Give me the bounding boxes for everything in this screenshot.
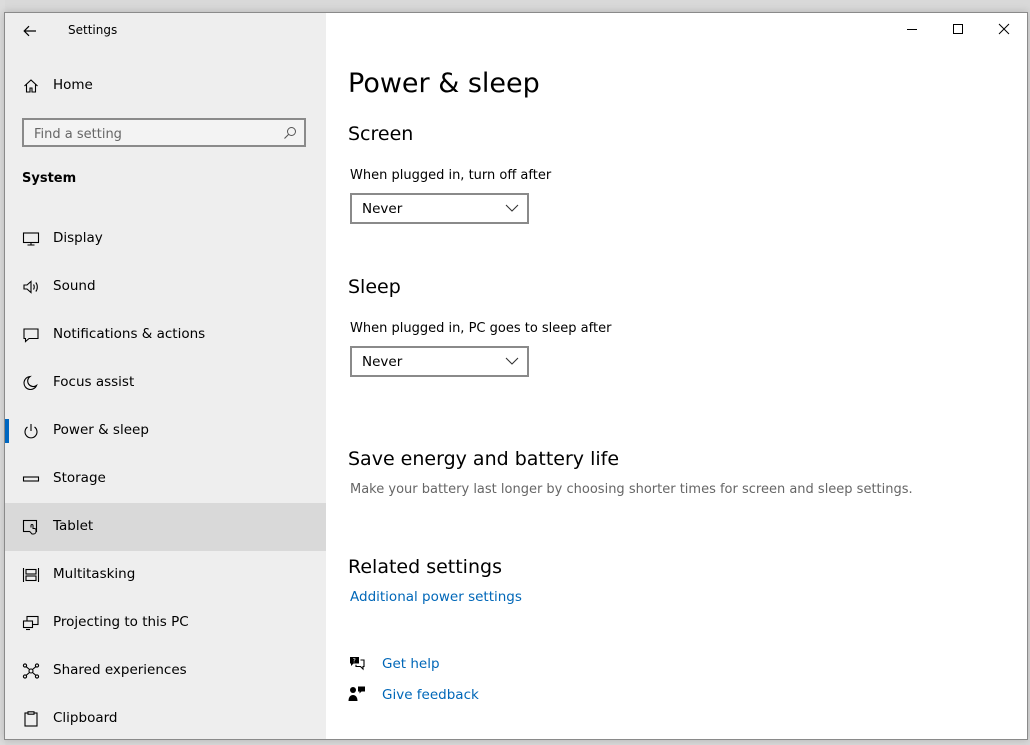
sidebar-item-label: Sound <box>53 278 96 294</box>
related-settings-heading: Related settings <box>348 556 502 578</box>
sidebar-item-shared-experiences[interactable]: Shared experiences <box>5 647 326 695</box>
search-input[interactable] <box>32 123 276 145</box>
home-label: Home <box>53 77 93 93</box>
sleep-timeout-dropdown[interactable]: Never <box>350 346 529 377</box>
sidebar-item-label: Multitasking <box>53 566 136 582</box>
projecting-icon <box>22 615 39 631</box>
speaker-icon <box>23 280 38 294</box>
sidebar-item-label: Notifications & actions <box>53 326 206 342</box>
maximize-icon <box>953 24 963 34</box>
minimize-button[interactable] <box>889 13 935 45</box>
sidebar: Settings Home System Display <box>5 13 326 739</box>
energy-heading: Save energy and battery life <box>348 448 620 470</box>
content-pane: Power & sleep Screen When plugged in, tu… <box>326 13 1027 739</box>
screen-heading: Screen <box>348 123 414 145</box>
sidebar-item-label: Focus assist <box>53 374 135 390</box>
sidebar-item-label: Tablet <box>53 518 94 534</box>
multitasking-icon <box>22 568 40 582</box>
chevron-down-icon <box>505 204 519 212</box>
sidebar-nav: Display Sound Notifications & actions Fo… <box>5 215 326 739</box>
maximize-button[interactable] <box>935 13 981 45</box>
screen-timeout-dropdown[interactable]: Never <box>350 193 529 224</box>
minimize-icon <box>907 29 917 30</box>
section-heading: System <box>22 171 77 186</box>
share-icon <box>22 663 40 679</box>
chevron-down-icon <box>505 357 519 365</box>
screen-timeout-value: Never <box>362 201 403 217</box>
sidebar-item-label: Display <box>53 230 103 246</box>
close-icon <box>998 23 1010 35</box>
help-icon: ? <box>350 657 365 671</box>
notification-icon <box>23 328 39 343</box>
sidebar-item-focus-assist[interactable]: Focus assist <box>5 359 326 407</box>
give-feedback-link[interactable]: Give feedback <box>382 687 479 703</box>
search-icon <box>284 127 296 139</box>
svg-text:?: ? <box>353 657 356 664</box>
app-title: Settings <box>68 23 118 37</box>
sidebar-item-storage[interactable]: Storage <box>5 455 326 503</box>
sleep-timeout-value: Never <box>362 354 403 370</box>
get-help-link[interactable]: Get help <box>382 656 440 672</box>
storage-icon <box>22 476 40 482</box>
sidebar-item-label: Clipboard <box>53 710 118 726</box>
power-icon <box>24 424 38 439</box>
sidebar-item-label: Power & sleep <box>53 422 149 438</box>
sidebar-item-label: Storage <box>53 470 106 486</box>
sidebar-item-display[interactable]: Display <box>5 215 326 263</box>
sidebar-item-multitasking[interactable]: Multitasking <box>5 551 326 599</box>
close-button[interactable] <box>981 13 1027 45</box>
search-box[interactable] <box>22 118 306 147</box>
tablet-icon <box>22 519 38 535</box>
sleep-timeout-label: When plugged in, PC goes to sleep after <box>350 321 612 336</box>
sidebar-item-sound[interactable]: Sound <box>5 263 326 311</box>
back-arrow-icon <box>23 25 36 37</box>
monitor-icon <box>22 232 40 246</box>
sidebar-item-label: Projecting to this PC <box>53 614 189 630</box>
screen-timeout-label: When plugged in, turn off after <box>350 168 552 183</box>
energy-description: Make your battery last longer by choosin… <box>350 482 913 497</box>
page-title: Power & sleep <box>348 68 540 99</box>
moon-icon <box>23 375 38 390</box>
back-button[interactable] <box>20 21 40 41</box>
sleep-heading: Sleep <box>348 276 401 298</box>
selected-indicator <box>5 419 9 443</box>
additional-power-settings-link[interactable]: Additional power settings <box>350 589 522 605</box>
sidebar-item-home[interactable]: Home <box>5 71 326 101</box>
sidebar-item-projecting[interactable]: Projecting to this PC <box>5 599 326 647</box>
settings-window: Settings Home System Display <box>4 12 1028 740</box>
sidebar-item-power-sleep[interactable]: Power & sleep <box>5 407 326 455</box>
sidebar-item-tablet[interactable]: Tablet <box>5 503 326 551</box>
sidebar-item-clipboard[interactable]: Clipboard <box>5 695 326 739</box>
feedback-icon <box>348 686 365 701</box>
sidebar-item-label: Shared experiences <box>53 662 187 678</box>
home-icon <box>24 79 38 93</box>
clipboard-icon <box>24 711 38 727</box>
sidebar-item-notifications[interactable]: Notifications & actions <box>5 311 326 359</box>
